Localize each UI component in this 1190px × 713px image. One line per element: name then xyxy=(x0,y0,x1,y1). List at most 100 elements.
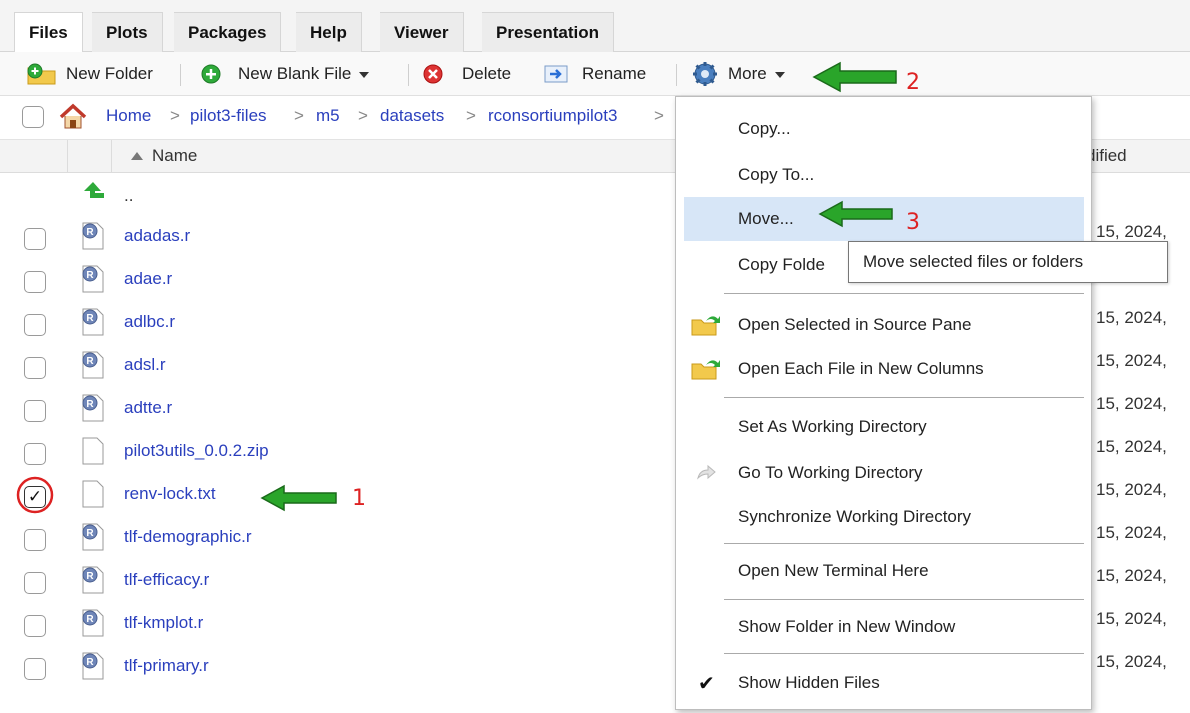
green-arrow-2-icon xyxy=(812,61,897,93)
file-name-link[interactable]: tlf-efficacy.r xyxy=(124,570,209,590)
file-modified-date: 15, 2024, xyxy=(1096,523,1167,542)
toolbar-divider xyxy=(676,64,677,86)
more-button[interactable]: More xyxy=(692,60,785,88)
r-script-file-icon: R xyxy=(82,308,104,336)
breadcrumb-pilot3-files[interactable]: pilot3-files xyxy=(190,106,267,126)
breadcrumb-home[interactable]: Home xyxy=(106,106,151,126)
r-script-file-icon: R xyxy=(82,523,104,551)
tab-files-label: Files xyxy=(29,23,68,42)
menu-item-copy[interactable]: Copy... xyxy=(676,107,1091,151)
new-folder-icon xyxy=(27,63,56,85)
delete-icon xyxy=(423,64,443,84)
rename-label: Rename xyxy=(582,64,647,83)
file-checkbox[interactable] xyxy=(24,228,46,250)
menu-item-go-to-working-directory[interactable]: Go To Working Directory xyxy=(676,451,1091,495)
breadcrumb-datasets[interactable]: datasets xyxy=(380,106,444,126)
menu-item-copy-to[interactable]: Copy To... xyxy=(676,153,1091,197)
chevron-down-icon xyxy=(359,71,370,78)
chevron-down-icon xyxy=(774,71,785,78)
tab-files[interactable]: Files xyxy=(14,12,83,53)
svg-text:R: R xyxy=(86,528,94,539)
menu-item-show-folder-label: Show Folder in New Window xyxy=(738,617,956,636)
file-checkbox[interactable] xyxy=(24,357,46,379)
breadcrumb-m5[interactable]: m5 xyxy=(316,106,340,126)
more-dropdown-menu: Copy... Copy To... Move... Copy Folde Op… xyxy=(675,96,1092,710)
svg-text:R: R xyxy=(86,270,94,281)
file-name-link[interactable]: adlbc.r xyxy=(124,312,175,332)
new-folder-label: New Folder xyxy=(66,64,153,83)
r-script-file-icon: R xyxy=(82,222,104,250)
breadcrumb-rconsortiumpilot3[interactable]: rconsortiumpilot3 xyxy=(488,106,617,126)
tab-presentation[interactable]: Presentation xyxy=(482,12,614,52)
file-modified-date: 15, 2024, xyxy=(1096,609,1167,628)
file-checkbox[interactable] xyxy=(24,615,46,637)
new-folder-button[interactable]: New Folder xyxy=(26,60,153,88)
file-checkbox[interactable] xyxy=(24,529,46,551)
annotation-number-2: 2 xyxy=(906,70,920,95)
menu-item-copy-folder-label: Copy Folde xyxy=(738,255,825,274)
menu-item-synchronize-working-directory[interactable]: Synchronize Working Directory xyxy=(676,495,1091,539)
gear-icon xyxy=(693,62,717,86)
tab-viewer-label: Viewer xyxy=(394,23,449,42)
tab-viewer[interactable]: Viewer xyxy=(380,12,464,52)
menu-item-open-each-file-new-columns[interactable]: Open Each File in New Columns xyxy=(676,347,1091,391)
tab-packages[interactable]: Packages xyxy=(174,12,282,52)
menu-item-set-working-directory[interactable]: Set As Working Directory xyxy=(676,405,1091,449)
file-name-link[interactable]: renv-lock.txt xyxy=(124,484,216,504)
file-checkbox[interactable] xyxy=(24,658,46,680)
file-name-link[interactable]: adae.r xyxy=(124,269,172,289)
file-checkbox[interactable] xyxy=(24,271,46,293)
breadcrumb-separator: > xyxy=(358,106,368,125)
file-checkbox[interactable] xyxy=(24,400,46,422)
rename-icon xyxy=(544,65,568,83)
menu-item-open-new-terminal[interactable]: Open New Terminal Here xyxy=(676,549,1091,593)
svg-text:R: R xyxy=(86,356,94,367)
file-checkbox[interactable] xyxy=(24,314,46,336)
new-blank-file-label: New Blank File xyxy=(238,64,352,83)
folder-open-icon xyxy=(691,316,720,336)
file-modified-date: 15, 2024, xyxy=(1096,652,1167,671)
menu-separator xyxy=(724,543,1084,544)
new-blank-file-button[interactable]: New Blank File xyxy=(200,60,370,88)
name-column-header[interactable]: Name xyxy=(152,146,197,166)
modified-column-header[interactable]: dified xyxy=(1086,146,1127,166)
file-name-link[interactable]: pilot3utils_0.0.2.zip xyxy=(124,441,269,461)
breadcrumb-separator: > xyxy=(294,106,304,125)
blank-file-icon xyxy=(82,437,104,465)
select-all-checkbox[interactable] xyxy=(22,106,44,128)
file-name-link[interactable]: adsl.r xyxy=(124,355,166,375)
go-to-arrow-icon xyxy=(697,464,716,480)
file-modified-date: 15, 2024, xyxy=(1096,222,1167,241)
menu-item-open-terminal-label: Open New Terminal Here xyxy=(738,561,929,580)
menu-item-open-selected-source-pane[interactable]: Open Selected in Source Pane xyxy=(676,303,1091,347)
file-checkbox[interactable] xyxy=(24,443,46,465)
file-name-link[interactable]: adtte.r xyxy=(124,398,172,418)
svg-text:R: R xyxy=(86,657,94,668)
file-modified-date: 15, 2024, xyxy=(1096,480,1167,499)
rename-button[interactable]: Rename xyxy=(544,60,646,88)
menu-separator xyxy=(724,653,1084,654)
svg-text:R: R xyxy=(86,227,94,238)
home-icon[interactable] xyxy=(58,103,88,131)
more-label: More xyxy=(728,64,767,83)
file-modified-date: 15, 2024, xyxy=(1096,566,1167,585)
file-name-link[interactable]: tlf-demographic.r xyxy=(124,527,252,547)
pane-tab-bar: Files Plots Packages Help Viewer Present… xyxy=(0,0,1190,53)
menu-separator xyxy=(724,293,1084,294)
file-name-link[interactable]: adadas.r xyxy=(124,226,190,246)
file-name-link[interactable]: tlf-primary.r xyxy=(124,656,209,676)
breadcrumb-separator: > xyxy=(654,106,664,125)
r-script-file-icon: R xyxy=(82,609,104,637)
menu-item-open-each-file-label: Open Each File in New Columns xyxy=(738,359,984,378)
menu-item-show-hidden-files[interactable]: ✔ Show Hidden Files xyxy=(676,661,1091,705)
delete-button[interactable]: Delete xyxy=(422,60,511,88)
file-checkbox[interactable] xyxy=(24,572,46,594)
breadcrumb-separator: > xyxy=(466,106,476,125)
file-name-link[interactable]: tlf-kmplot.r xyxy=(124,613,203,633)
tab-help[interactable]: Help xyxy=(296,12,362,52)
file-modified-date: 15, 2024, xyxy=(1096,308,1167,327)
header-icon-cell xyxy=(68,140,112,173)
tab-help-label: Help xyxy=(310,23,347,42)
menu-item-show-folder-new-window[interactable]: Show Folder in New Window xyxy=(676,605,1091,649)
tab-plots[interactable]: Plots xyxy=(92,12,163,52)
